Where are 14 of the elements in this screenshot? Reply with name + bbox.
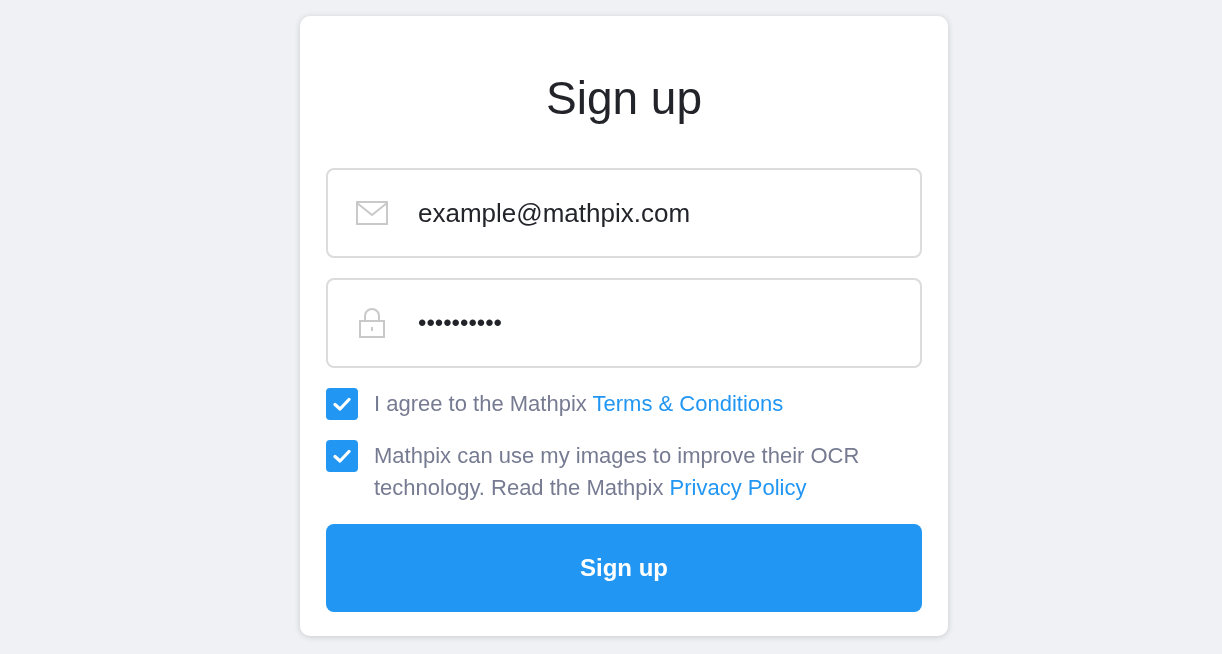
checkbox[interactable] — [326, 388, 358, 420]
check-icon — [333, 397, 351, 411]
password-field[interactable]: •••••••••• — [326, 278, 922, 368]
terms-link[interactable]: Terms & Conditions — [592, 391, 784, 416]
checkbox[interactable] — [326, 440, 358, 472]
envelope-icon — [356, 201, 388, 225]
email-field[interactable]: example@mathpix.com — [326, 168, 922, 258]
padlock-icon — [359, 308, 385, 338]
page-title: Sign up — [546, 71, 702, 126]
check-icon — [333, 449, 351, 463]
sign-up-button[interactable]: Sign up — [326, 524, 922, 612]
privacy-policy-link[interactable]: Privacy Policy — [669, 475, 807, 500]
privacy-consent-text: Mathpix can use my images to improve their OCR technology. Read the Mathpix Privacy Policy — [374, 442, 861, 502]
terms-agreement-text: I agree to the Mathpix Terms & Conditions — [374, 390, 784, 418]
